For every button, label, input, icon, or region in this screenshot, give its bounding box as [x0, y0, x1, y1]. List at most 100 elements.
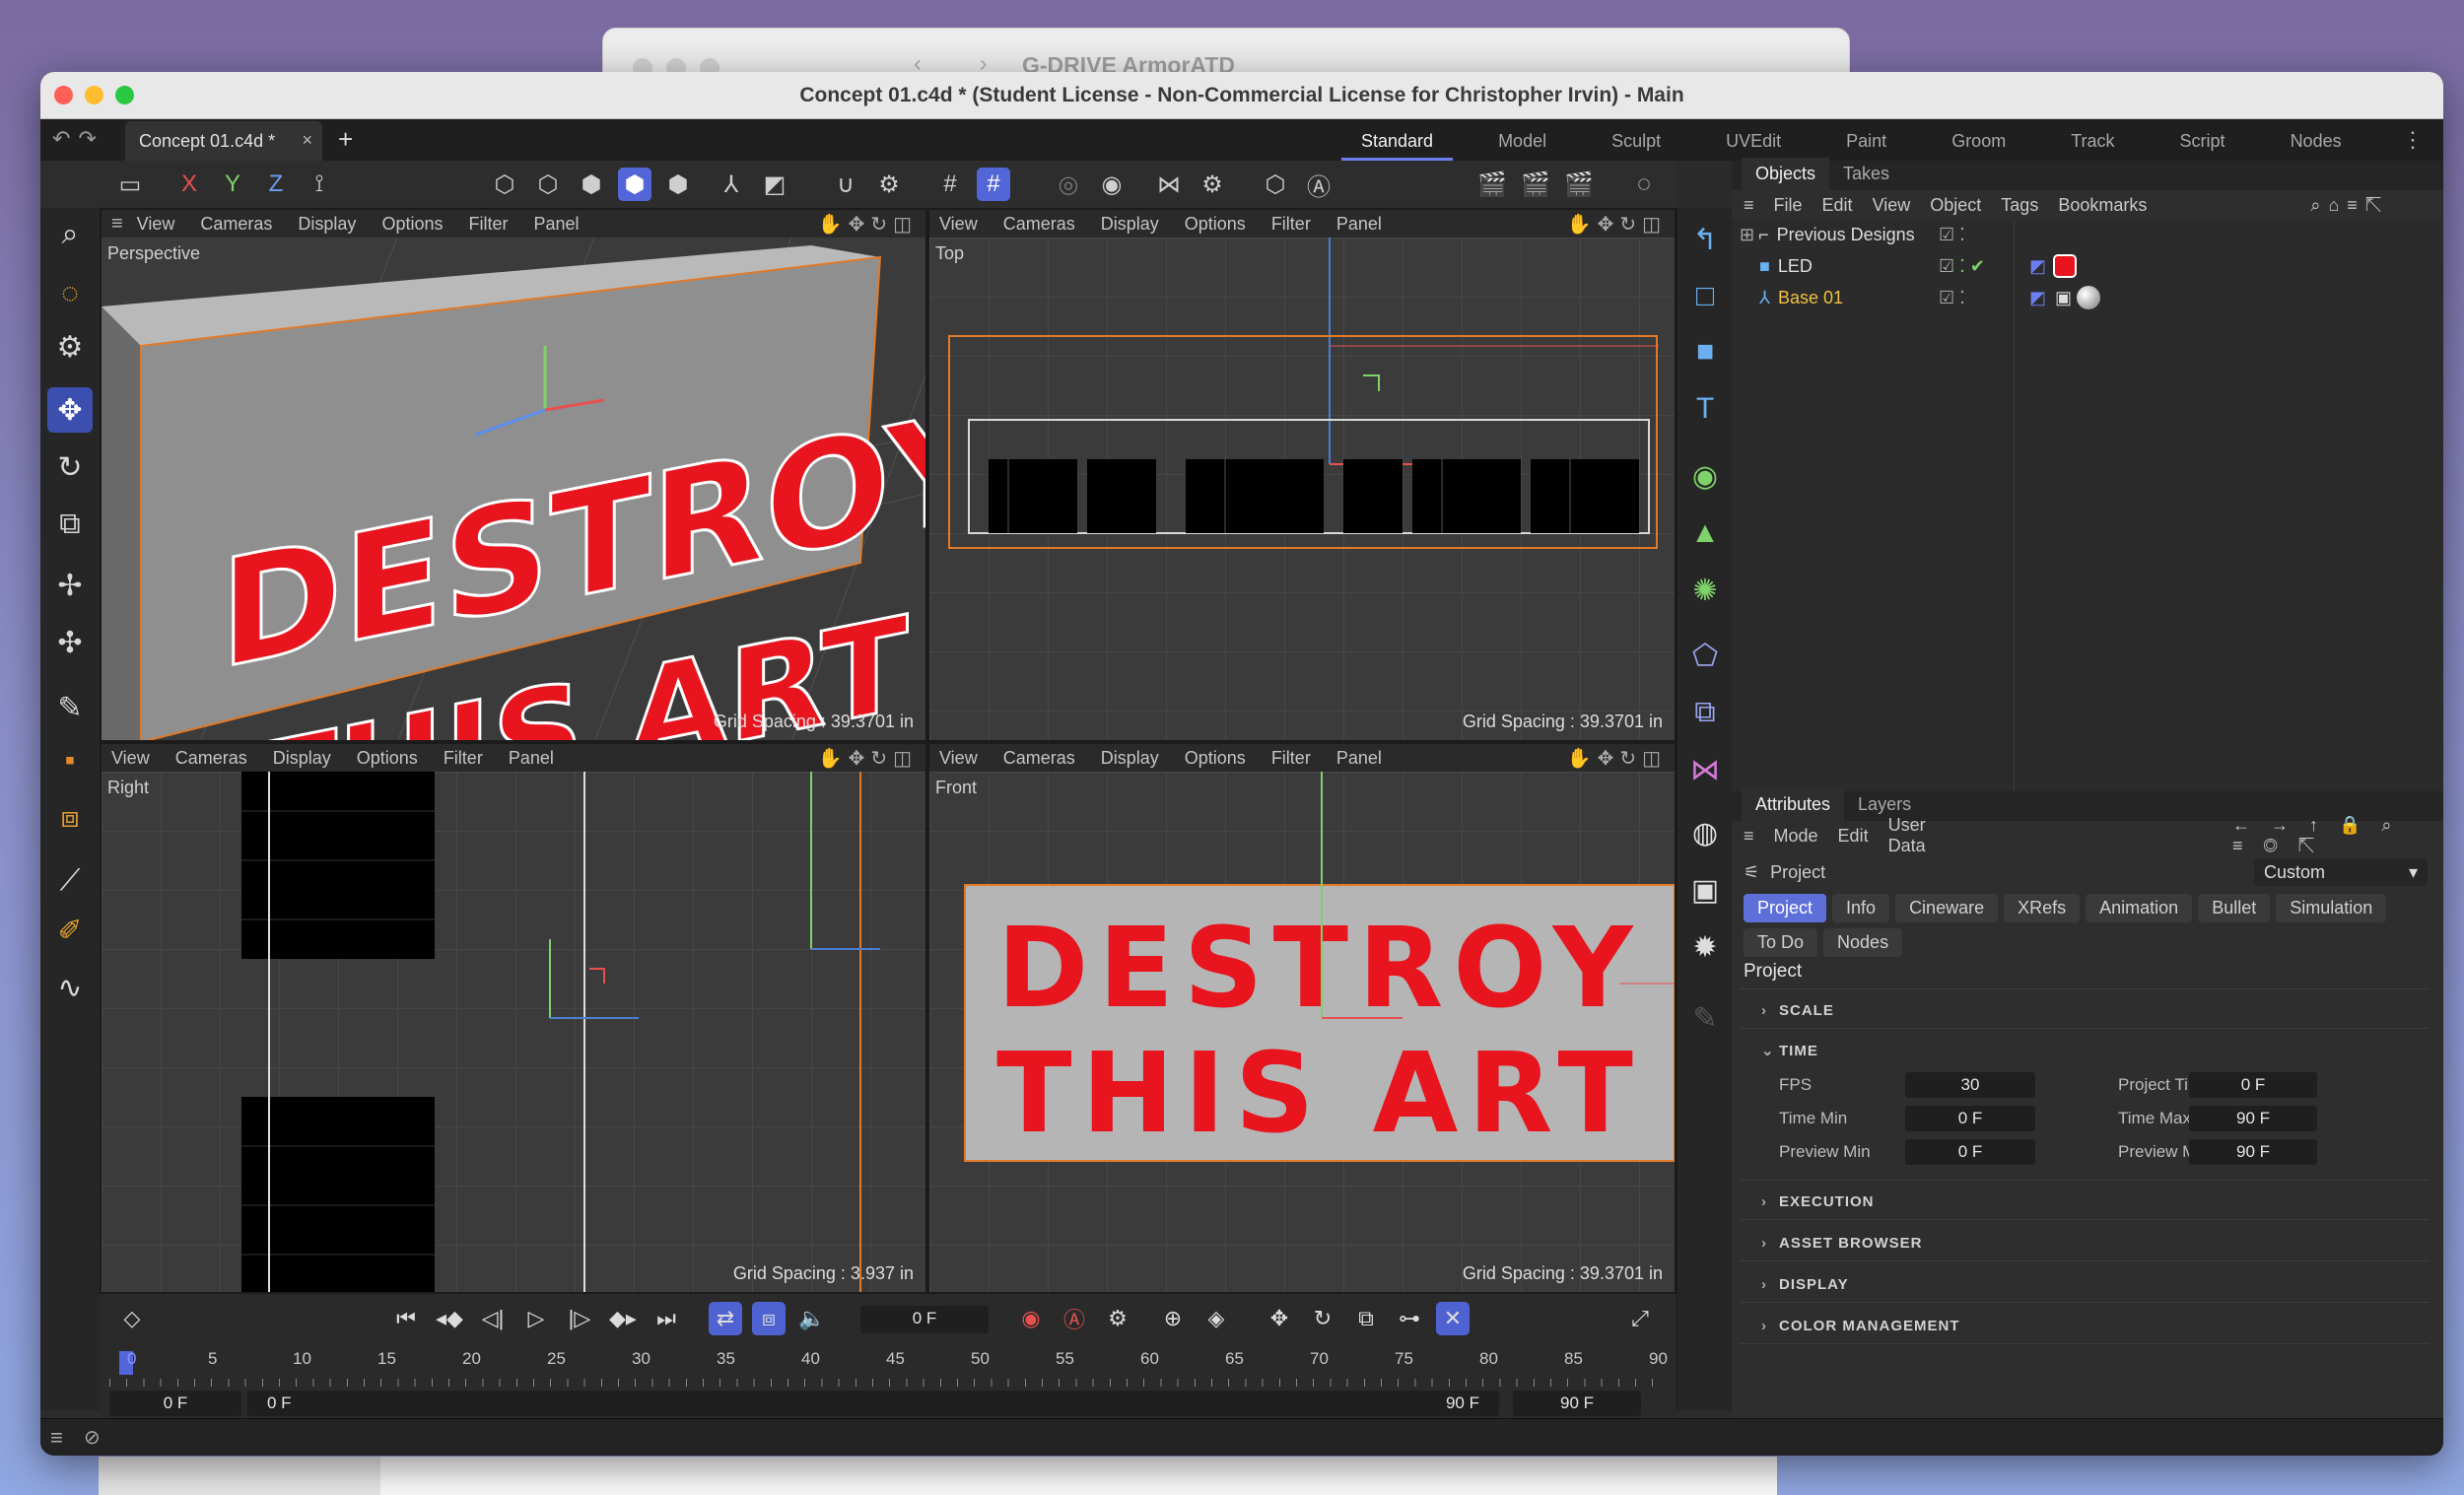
undo-icon[interactable]: ↶: [52, 126, 78, 151]
attr-tab-todo[interactable]: To Do: [1744, 928, 1818, 957]
section-scale[interactable]: › SCALE: [1761, 1002, 1834, 1019]
menu-options[interactable]: Options: [1185, 214, 1246, 235]
preset-dropdown[interactable]: Custom ▾: [2254, 858, 2428, 886]
field-icon[interactable]: ⧉: [1683, 691, 1727, 734]
spline-pen-icon[interactable]: ✎: [47, 685, 93, 730]
layout-uvedit[interactable]: UVEdit: [1706, 119, 1801, 161]
menu-panel[interactable]: Panel: [1336, 214, 1382, 235]
menu-filter[interactable]: Filter: [444, 748, 483, 769]
layout-standard[interactable]: Standard: [1341, 119, 1454, 161]
selection-settings-icon[interactable]: ⚙: [47, 324, 93, 370]
tag-icon[interactable]: ◩: [2029, 288, 2046, 308]
search-icon[interactable]: ⌕: [47, 212, 93, 257]
render-picture-viewer-icon[interactable]: 🎬: [1519, 168, 1552, 201]
attr-tab-cineware[interactable]: Cineware: [1895, 894, 1999, 922]
objects-menu-tags[interactable]: Tags: [2001, 195, 2038, 216]
material-tag-red[interactable]: [2053, 254, 2077, 278]
brush-tool-icon[interactable]: ⟋: [47, 858, 93, 904]
close-tab-icon[interactable]: ×: [302, 130, 312, 151]
axis-mode-icon[interactable]: ⅄: [715, 168, 748, 201]
array-icon[interactable]: ◉: [1683, 454, 1727, 498]
points-mode-icon[interactable]: ⬡: [488, 168, 521, 201]
viewport-navigation-icons[interactable]: ✋✥↻◫: [1567, 746, 1667, 771]
key-rotation-icon[interactable]: ↻: [1306, 1302, 1339, 1335]
record-icon[interactable]: ◉: [1014, 1302, 1048, 1335]
key-position-icon[interactable]: ✥: [1263, 1302, 1296, 1335]
previous-key-icon[interactable]: ◂◆: [433, 1302, 466, 1335]
spline-sketch-icon[interactable]: ∿: [47, 965, 93, 1010]
coordinate-system-icon[interactable]: ⟟: [303, 168, 336, 201]
project-time-field[interactable]: 0 F: [2189, 1072, 2317, 1098]
menu-display[interactable]: Display: [1101, 214, 1159, 235]
fps-field[interactable]: 30: [1905, 1072, 2035, 1098]
menu-display[interactable]: Display: [1101, 748, 1159, 769]
layout-sculpt[interactable]: Sculpt: [1592, 119, 1680, 161]
menu-display[interactable]: Display: [273, 748, 331, 769]
deformer-icon[interactable]: ⬡: [1259, 168, 1292, 201]
visibility-icon[interactable]: ☑ ⁚: [1939, 288, 1965, 308]
attr-tab-project[interactable]: Project: [1744, 894, 1827, 922]
next-key-icon[interactable]: ◆▸: [606, 1302, 640, 1335]
front-viewport[interactable]: View Cameras Display Options Filter Pane…: [927, 742, 1677, 1294]
menu-panel[interactable]: Panel: [1336, 748, 1382, 769]
objects-menu-icon[interactable]: ≡: [1744, 195, 1754, 216]
workplane-icon[interactable]: #: [977, 168, 1010, 201]
preview-range-bar[interactable]: 0 F 90 F: [247, 1391, 1499, 1416]
menu-view[interactable]: View: [939, 748, 978, 769]
status-check-icon[interactable]: ⊘: [84, 1425, 101, 1450]
edges-mode-icon[interactable]: ⬡: [531, 168, 565, 201]
previous-frame-icon[interactable]: ◁|: [476, 1302, 510, 1335]
time-min-field[interactable]: 0 F: [1905, 1106, 2035, 1131]
render-settings-icon[interactable]: ◉: [1095, 168, 1129, 201]
key-param-icon[interactable]: ⊶: [1393, 1302, 1426, 1335]
attr-tab-simulation[interactable]: Simulation: [2276, 894, 2387, 922]
key-settings-icon[interactable]: ⚙: [1101, 1302, 1134, 1335]
object-row-led[interactable]: ■ LED ☑ ⁚ ✔ ◩: [1732, 251, 2443, 281]
menu-options[interactable]: Options: [381, 214, 443, 235]
section-color-management[interactable]: › COLOR MANAGEMENT: [1761, 1318, 1960, 1334]
attributes-menu-mode[interactable]: Mode: [1774, 826, 1818, 847]
texture-mode-icon[interactable]: ⬢: [661, 168, 695, 201]
preview-min-field[interactable]: 0 F: [1905, 1139, 2035, 1165]
current-frame-field[interactable]: 0 F: [860, 1306, 989, 1333]
range-start-outer-field[interactable]: 0 F: [109, 1391, 241, 1416]
redshift-icon[interactable]: ◌: [1627, 168, 1661, 201]
menu-filter[interactable]: Filter: [468, 214, 508, 235]
objects-menu-file[interactable]: File: [1774, 195, 1803, 216]
object-row-previous-designs[interactable]: ⊞ ⌐ Previous Designs ☑ ⁚: [1732, 220, 2443, 249]
more-options-icon[interactable]: ⋮: [2402, 127, 2424, 153]
move-tool-icon[interactable]: ✥: [47, 387, 93, 433]
render-view-icon[interactable]: 🎬: [1475, 168, 1509, 201]
play-icon[interactable]: ▷: [519, 1302, 553, 1335]
viewport-menu-icon[interactable]: ≡: [111, 213, 123, 236]
menu-view[interactable]: View: [111, 748, 150, 769]
menu-cameras[interactable]: Cameras: [1003, 214, 1075, 235]
frame-ruler[interactable]: 0 5 10 15 20 25 30 35 40 45 50 55 60 65 …: [109, 1349, 1668, 1389]
go-to-end-icon[interactable]: ⏭: [650, 1302, 683, 1335]
render-region-icon[interactable]: ◎: [1052, 168, 1085, 201]
layout-track[interactable]: Track: [2051, 119, 2134, 161]
texture-tag-icon[interactable]: ▣: [2055, 288, 2072, 308]
loop-icon[interactable]: ⇄: [709, 1302, 742, 1335]
attributes-menu-user-data[interactable]: User Data: [1888, 815, 1945, 856]
text-spline-icon[interactable]: T: [1683, 387, 1727, 431]
attr-tab-info[interactable]: Info: [1832, 894, 1890, 922]
attributes-menu-edit[interactable]: Edit: [1838, 826, 1869, 847]
tab-objects[interactable]: Objects: [1742, 158, 1830, 190]
attr-tab-nodes[interactable]: Nodes: [1823, 928, 1903, 957]
transform-tool-icon[interactable]: ✢: [47, 563, 93, 608]
attributes-nav-icons[interactable]: ← → ↑ 🔒 ⌕ ≡ ◎ ⇱: [2232, 815, 2424, 856]
tag-icon[interactable]: ◩: [2029, 256, 2046, 277]
motion-settings-icon[interactable]: ◈: [1199, 1302, 1233, 1335]
redo-icon[interactable]: ↷: [78, 126, 103, 151]
objects-search-icons[interactable]: ⌕⌂≡⇱: [2310, 195, 2389, 216]
layout-groom[interactable]: Groom: [1932, 119, 2025, 161]
deformer-tool-icon[interactable]: ⬠: [1683, 634, 1727, 677]
sound-icon[interactable]: 🔈: [795, 1302, 829, 1335]
key-pla-icon[interactable]: ✕: [1436, 1302, 1470, 1335]
polygons-mode-icon[interactable]: ⬢: [575, 168, 608, 201]
motion-record-icon[interactable]: ⊕: [1156, 1302, 1190, 1335]
keyframe-icon[interactable]: ◇: [115, 1302, 149, 1335]
light-icon[interactable]: ✹: [1683, 925, 1727, 969]
symmetry-settings-icon[interactable]: ⚙: [1196, 168, 1229, 201]
